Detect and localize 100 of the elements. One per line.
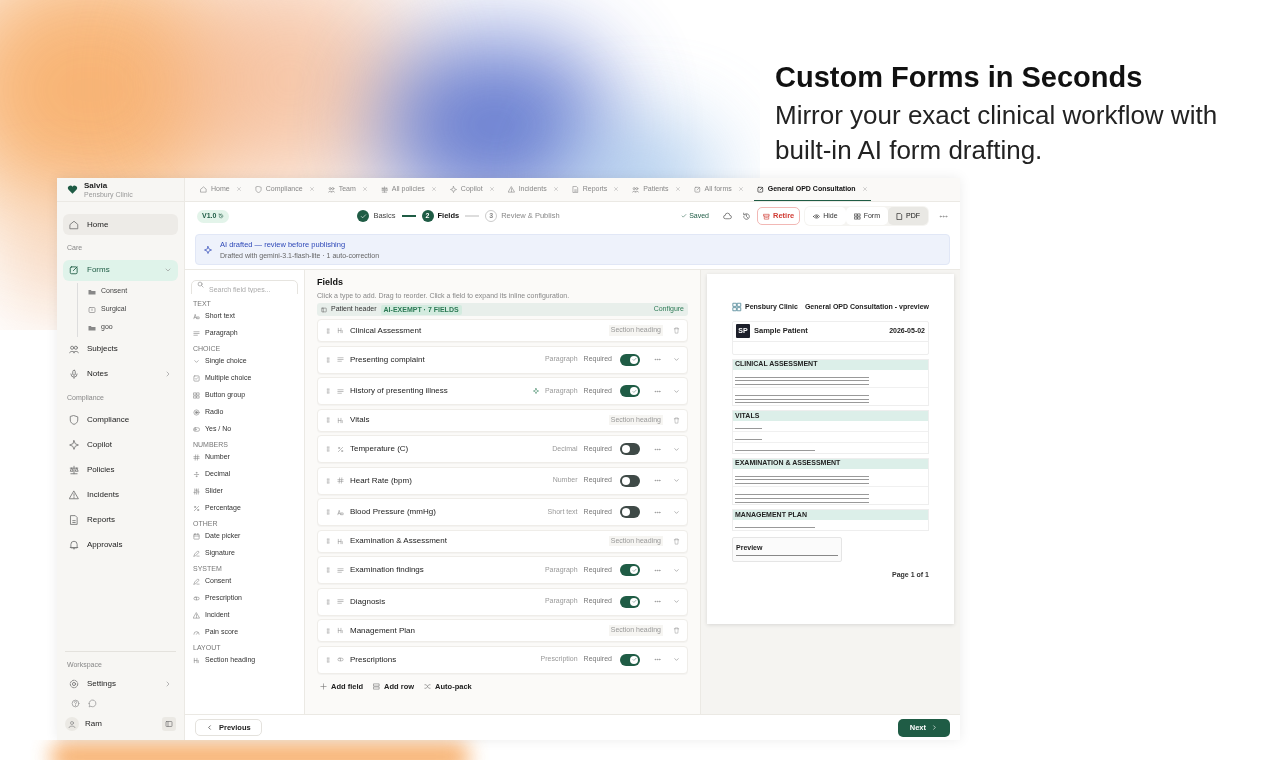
divide-icon [193, 471, 200, 478]
required-toggle[interactable] [620, 474, 640, 487]
required-toggle[interactable] [620, 443, 640, 455]
drag-handle-icon [325, 477, 331, 484]
shield-icon [69, 414, 79, 425]
heading-icon [337, 416, 344, 424]
field-label: Examination findings [350, 564, 425, 576]
nav-item[interactable]: Notes [63, 363, 178, 385]
more-icon [654, 508, 661, 516]
check-icon [631, 388, 637, 394]
required-toggle[interactable] [620, 564, 640, 576]
trash-icon [673, 416, 680, 424]
nav-item[interactable]: Reports [63, 509, 178, 530]
chevron-left-icon [206, 724, 213, 731]
gauge-icon [193, 629, 200, 636]
chevron-down-icon [673, 598, 680, 605]
required-toggle[interactable] [620, 385, 640, 397]
field-label: Management Plan [350, 624, 416, 637]
close-icon [861, 186, 868, 192]
close-icon [613, 186, 620, 192]
field-label: Examination & Assessment [350, 535, 448, 547]
pill-icon [193, 595, 200, 602]
section-title: Fields [317, 276, 344, 289]
percent-icon [337, 445, 344, 453]
trash-icon [673, 537, 680, 545]
home-icon [69, 219, 79, 230]
chevron-down-icon [673, 477, 680, 484]
nav-item[interactable]: Home [63, 214, 178, 235]
chevron-right-icon [931, 724, 938, 731]
drag-handle-icon [325, 446, 331, 452]
close-icon [430, 186, 437, 192]
heading-icon [337, 327, 344, 334]
field-label: Prescriptions [350, 653, 398, 666]
toggle-icon [193, 426, 200, 433]
close-icon [361, 186, 368, 192]
chat-icon [88, 698, 97, 708]
drag-handle-icon [325, 417, 331, 423]
document-icon [571, 185, 579, 193]
radio-icon [193, 409, 200, 416]
field-label: Diagnosis [350, 595, 387, 608]
percent-icon [193, 505, 200, 512]
sidebar-toggle-button[interactable] [162, 717, 176, 731]
text-size-icon [337, 508, 344, 516]
more-icon [654, 356, 661, 363]
drag-handle-icon [325, 538, 331, 544]
more-icon [654, 387, 661, 395]
checkbox-icon [193, 375, 200, 382]
more-icon [654, 445, 661, 453]
required-toggle[interactable] [620, 595, 640, 608]
warning-icon [507, 185, 515, 193]
more-icon [654, 598, 661, 605]
required-toggle[interactable] [620, 353, 640, 366]
field-label: Presenting complaint [350, 353, 426, 366]
paragraph-icon [337, 387, 344, 395]
home-icon [200, 185, 207, 193]
drag-handle-icon [325, 567, 331, 573]
answer-line [735, 439, 762, 440]
users-icon [632, 185, 640, 193]
nav-item[interactable]: Policies [63, 459, 178, 480]
eye-icon [813, 212, 821, 220]
nav-item[interactable]: Subjects [63, 338, 178, 360]
field-label: Clinical Assessment [350, 324, 423, 337]
nav-item[interactable]: Forms [63, 259, 178, 281]
check-icon [631, 657, 637, 662]
field-label: Blood Pressure (mmHg) [350, 506, 437, 518]
nav-item[interactable]: Incidents [63, 484, 178, 505]
settings-icon [69, 679, 79, 689]
more-icon [654, 477, 661, 484]
drag-handle-icon [325, 509, 331, 515]
heading-icon [193, 657, 200, 664]
drag-handle-icon [325, 327, 331, 334]
pen-icon [193, 550, 200, 557]
rows-icon [373, 682, 381, 690]
paragraph-icon [337, 566, 344, 574]
paragraph-icon [193, 330, 200, 337]
cloud-icon [723, 211, 732, 221]
trash-icon [673, 327, 680, 334]
pen-icon [193, 578, 200, 585]
hero-title: Custom Forms in Seconds [775, 60, 1144, 95]
required-toggle[interactable] [620, 653, 640, 666]
hash-icon [193, 454, 200, 461]
hero-subtitle: Mirror your exact clinical workflow with built-in AI form drafting. [775, 99, 1219, 167]
users-icon [69, 344, 79, 354]
nav-item[interactable]: Approvals [63, 534, 178, 555]
pill-icon [337, 656, 344, 663]
drag-handle-icon [325, 356, 331, 363]
scale-icon [380, 185, 388, 193]
nav-item[interactable]: Compliance [63, 409, 178, 430]
field-label: Vitals [350, 414, 371, 426]
users-icon [327, 185, 335, 193]
paragraph-icon [337, 598, 344, 605]
close-icon [552, 186, 559, 192]
chevron-down-icon [673, 508, 680, 516]
user-name: Ram [85, 718, 103, 730]
nav-item[interactable]: Settings [63, 674, 178, 694]
sparkle-icon [69, 439, 79, 450]
close-icon [235, 186, 242, 192]
nav-item[interactable]: Copilot [63, 434, 178, 455]
required-toggle[interactable] [620, 506, 640, 518]
plus-icon [320, 682, 327, 690]
